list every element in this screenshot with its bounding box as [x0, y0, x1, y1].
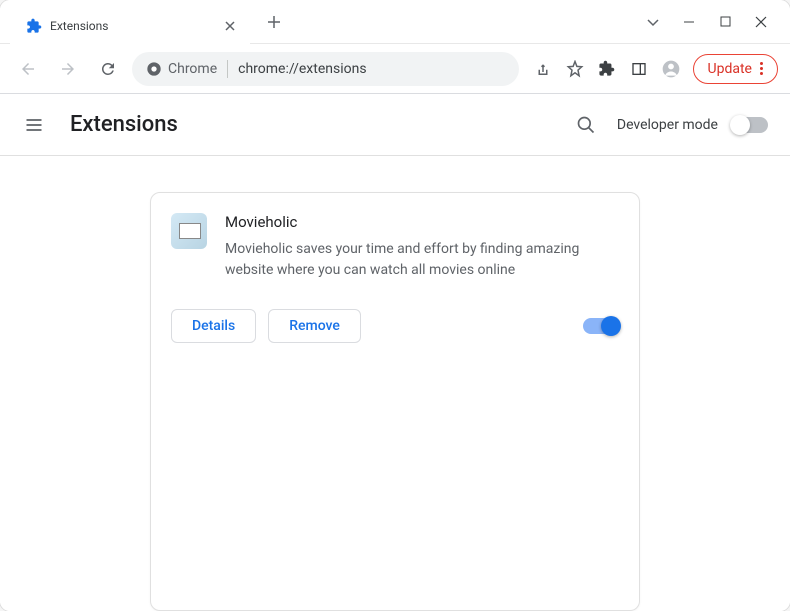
chrome-chip: Chrome	[146, 61, 217, 77]
bookmark-star-icon[interactable]	[565, 59, 585, 79]
separator	[227, 60, 228, 78]
tab-title: Extensions	[50, 19, 214, 33]
developer-mode-label: Developer mode	[617, 117, 718, 133]
sidepanel-icon[interactable]	[629, 59, 649, 79]
url-text: chrome://extensions	[238, 61, 366, 77]
remove-button[interactable]: Remove	[268, 309, 361, 343]
close-tab-icon[interactable]	[222, 18, 238, 34]
update-label: Update	[708, 61, 752, 77]
maximize-button[interactable]	[716, 13, 734, 31]
chrome-icon	[146, 61, 162, 77]
minimize-button[interactable]	[680, 13, 698, 31]
chip-label: Chrome	[168, 61, 217, 77]
toolbar: Chrome chrome://extensions Update	[0, 44, 790, 94]
extension-card: Movieholic Movieholic saves your time an…	[150, 192, 640, 611]
chevron-down-icon[interactable]	[644, 13, 662, 31]
browser-tab[interactable]: Extensions	[10, 8, 250, 44]
content-area: Movieholic Movieholic saves your time an…	[0, 156, 790, 611]
extension-description: Movieholic saves your time and effort by…	[225, 239, 619, 281]
update-button[interactable]: Update	[693, 54, 778, 84]
window-controls	[624, 13, 790, 31]
more-menu-icon	[760, 62, 763, 75]
extension-icon	[171, 213, 207, 249]
reload-button[interactable]	[92, 53, 124, 85]
search-icon[interactable]	[575, 114, 597, 136]
extensions-puzzle-icon[interactable]	[597, 59, 617, 79]
page-title: Extensions	[70, 112, 178, 137]
extension-name: Movieholic	[225, 213, 619, 231]
close-window-button[interactable]	[752, 13, 770, 31]
extensions-header: Extensions Developer mode	[0, 94, 790, 156]
extension-enabled-toggle[interactable]	[583, 318, 619, 334]
profile-avatar-icon[interactable]	[661, 59, 681, 79]
extension-puzzle-icon	[26, 18, 42, 34]
forward-button	[52, 53, 84, 85]
titlebar: Extensions	[0, 0, 790, 44]
browser-window: Extensions	[0, 0, 790, 611]
share-icon[interactable]	[533, 59, 553, 79]
developer-mode-toggle[interactable]	[732, 117, 768, 133]
address-bar[interactable]: Chrome chrome://extensions	[132, 52, 519, 86]
hamburger-menu-icon[interactable]	[22, 113, 46, 137]
back-button	[12, 53, 44, 85]
new-tab-button[interactable]	[260, 8, 288, 36]
details-button[interactable]: Details	[171, 309, 256, 343]
